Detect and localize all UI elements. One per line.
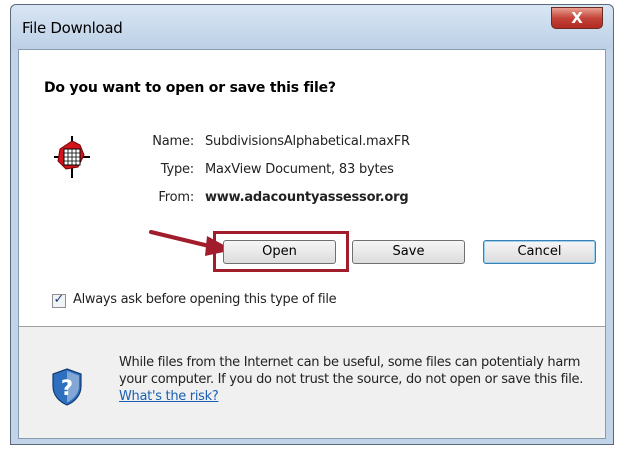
always-ask-checkbox[interactable]: ✓ bbox=[52, 292, 66, 308]
always-ask-label[interactable]: Always ask before opening this type of f… bbox=[73, 292, 337, 307]
close-icon: X bbox=[571, 9, 583, 27]
open-button[interactable]: Open bbox=[223, 240, 336, 264]
title-bar[interactable]: File Download X bbox=[11, 5, 613, 49]
type-label: Type: bbox=[160, 162, 194, 177]
file-name-value: SubdivisionsAlphabetical.maxFR bbox=[205, 134, 410, 149]
window-title: File Download bbox=[22, 19, 123, 37]
security-warning-text: While files from the Internet can be use… bbox=[119, 354, 599, 405]
cancel-button[interactable]: Cancel bbox=[483, 240, 596, 264]
dialog-question: Do you want to open or save this file? bbox=[44, 80, 336, 96]
save-button[interactable]: Save bbox=[352, 240, 465, 264]
name-label: Name: bbox=[152, 134, 194, 149]
warning-message: While files from the Internet can be use… bbox=[119, 355, 584, 387]
close-button[interactable]: X bbox=[551, 7, 603, 29]
svg-text:?: ? bbox=[61, 376, 73, 400]
file-type-value: MaxView Document, 83 bytes bbox=[205, 162, 394, 177]
file-download-window: File Download X Do you want to open or s… bbox=[10, 4, 614, 445]
from-label: From: bbox=[158, 190, 194, 205]
checkmark-icon: ✓ bbox=[53, 292, 65, 307]
security-shield-icon: ? bbox=[52, 368, 82, 406]
whats-the-risk-link[interactable]: What's the risk? bbox=[119, 389, 219, 404]
file-source-value: www.adacountyassessor.org bbox=[205, 190, 409, 205]
dialog-content: Do you want to open or save this file? N… bbox=[18, 49, 606, 439]
security-warning-panel: ? While files from the Internet can be u… bbox=[19, 327, 605, 438]
